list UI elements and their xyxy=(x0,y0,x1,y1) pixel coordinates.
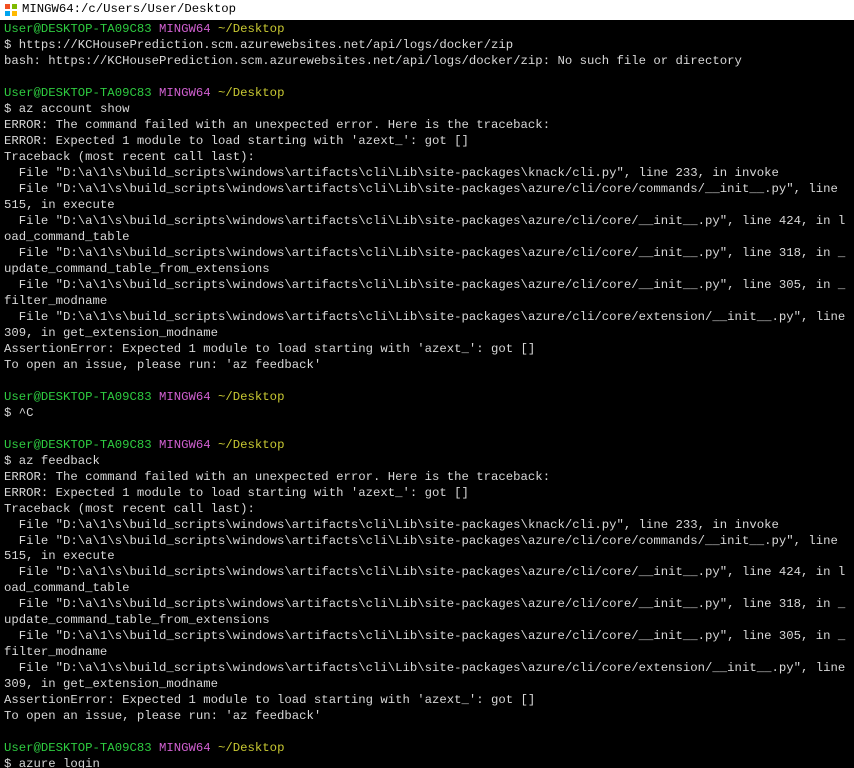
mingw-icon xyxy=(4,3,18,17)
output-line: To open an issue, please run: 'az feedba… xyxy=(4,358,850,374)
output-line: AssertionError: Expected 1 module to loa… xyxy=(4,342,850,358)
output-line: File "D:\a\1\s\build_scripts\windows\art… xyxy=(4,597,850,629)
output-line: File "D:\a\1\s\build_scripts\windows\art… xyxy=(4,629,850,661)
output-line: ERROR: Expected 1 module to load startin… xyxy=(4,486,850,502)
prompt-line: User@DESKTOP-TA09C83 MINGW64 ~/Desktop xyxy=(4,390,850,406)
output-line: File "D:\a\1\s\build_scripts\windows\art… xyxy=(4,661,850,693)
output-line: Traceback (most recent call last): xyxy=(4,502,850,518)
window-title: MINGW64:/c/Users/User/Desktop xyxy=(22,2,236,18)
blank-line xyxy=(4,422,850,438)
prompt-line: User@DESKTOP-TA09C83 MINGW64 ~/Desktop xyxy=(4,741,850,757)
output-line: To open an issue, please run: 'az feedba… xyxy=(4,709,850,725)
output-line: File "D:\a\1\s\build_scripts\windows\art… xyxy=(4,166,850,182)
output-line: File "D:\a\1\s\build_scripts\windows\art… xyxy=(4,214,850,246)
output-line: File "D:\a\1\s\build_scripts\windows\art… xyxy=(4,278,850,310)
output-line: bash: https://KCHousePrediction.scm.azur… xyxy=(4,54,850,70)
prompt-line: User@DESKTOP-TA09C83 MINGW64 ~/Desktop xyxy=(4,22,850,38)
output-line: ERROR: The command failed with an unexpe… xyxy=(4,470,850,486)
user-host: User@DESKTOP-TA09C83 xyxy=(4,22,152,36)
blank-line xyxy=(4,725,850,741)
command-line: $ az feedback xyxy=(4,454,850,470)
command-line: $ ^C xyxy=(4,406,850,422)
prompt-line: User@DESKTOP-TA09C83 MINGW64 ~/Desktop xyxy=(4,438,850,454)
cwd: ~/Desktop xyxy=(218,22,284,36)
output-line: File "D:\a\1\s\build_scripts\windows\art… xyxy=(4,310,850,342)
output-line: File "D:\a\1\s\build_scripts\windows\art… xyxy=(4,518,850,534)
terminal-area[interactable]: User@DESKTOP-TA09C83 MINGW64 ~/Desktop $… xyxy=(0,20,854,768)
command-line: $ https://KCHousePrediction.scm.azureweb… xyxy=(4,38,850,54)
window-titlebar: MINGW64:/c/Users/User/Desktop xyxy=(0,0,854,20)
blank-line xyxy=(4,70,850,86)
output-line: Traceback (most recent call last): xyxy=(4,150,850,166)
output-line: AssertionError: Expected 1 module to loa… xyxy=(4,693,850,709)
output-line: File "D:\a\1\s\build_scripts\windows\art… xyxy=(4,534,850,566)
output-line: File "D:\a\1\s\build_scripts\windows\art… xyxy=(4,565,850,597)
output-line: ERROR: The command failed with an unexpe… xyxy=(4,118,850,134)
output-line: File "D:\a\1\s\build_scripts\windows\art… xyxy=(4,246,850,278)
prompt-line: User@DESKTOP-TA09C83 MINGW64 ~/Desktop xyxy=(4,86,850,102)
command-line: $ az account show xyxy=(4,102,850,118)
shell-name: MINGW64 xyxy=(159,22,211,36)
output-line: File "D:\a\1\s\build_scripts\windows\art… xyxy=(4,182,850,214)
output-line: ERROR: Expected 1 module to load startin… xyxy=(4,134,850,150)
blank-line xyxy=(4,374,850,390)
command-line: $ azure login xyxy=(4,757,850,768)
